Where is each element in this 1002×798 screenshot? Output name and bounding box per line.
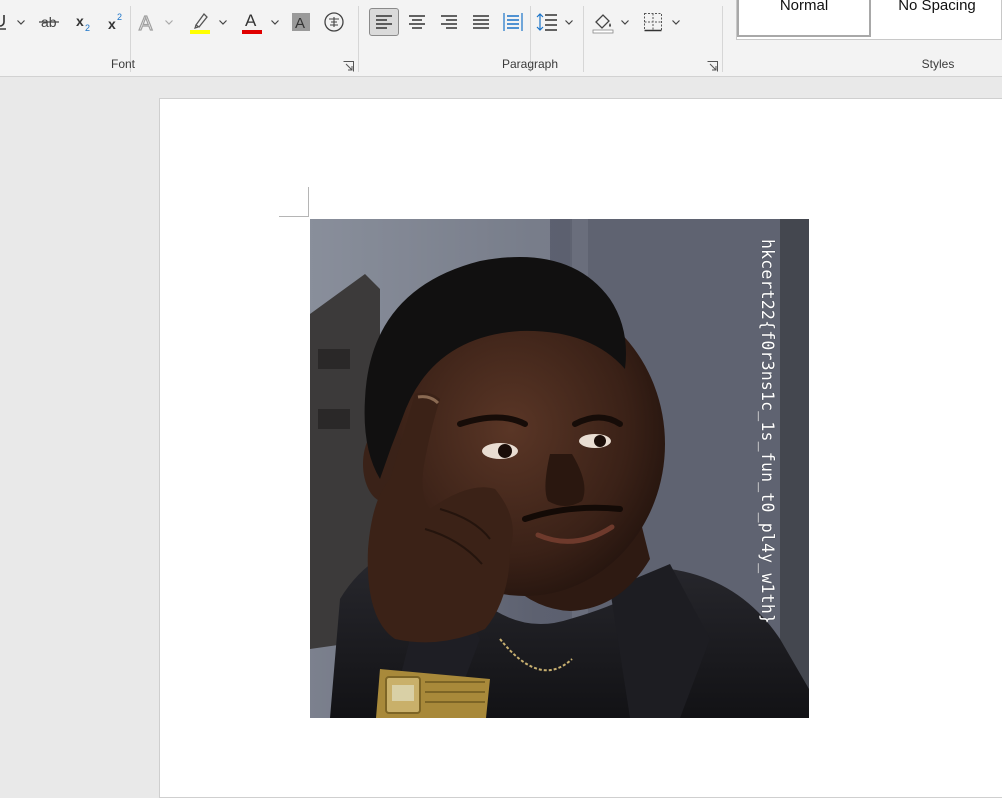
divider: [583, 6, 584, 72]
chevron-down-icon: [672, 19, 680, 25]
subscript-icon: x 2: [76, 13, 90, 33]
align-center-icon: [409, 15, 425, 29]
align-left-button[interactable]: [369, 8, 399, 36]
strikethrough-icon: ab: [39, 14, 59, 30]
underline-icon: [0, 15, 6, 30]
styles-gallery: Normal No Spacing: [736, 0, 1002, 40]
chevron-down-icon: [621, 19, 629, 25]
ribbon: ab x 2 x 2 A A A Font Paragraph Normal N…: [0, 0, 1002, 77]
font-color-button[interactable]: A: [238, 8, 266, 36]
line-spacing-dropdown[interactable]: [564, 8, 574, 36]
font-color-icon: A: [242, 11, 262, 34]
dialog-launcher-icon: [343, 61, 354, 72]
text-effects-dropdown[interactable]: [164, 8, 174, 36]
character-shading-button[interactable]: A: [290, 8, 312, 36]
svg-text:2: 2: [85, 23, 90, 33]
margin-mark: [279, 216, 308, 217]
chevron-down-icon: [165, 19, 173, 25]
margin-mark: [308, 187, 309, 217]
font-dialog-launcher[interactable]: [343, 59, 354, 72]
style-no-spacing-label: No Spacing: [898, 0, 976, 14]
svg-text:2: 2: [117, 12, 122, 22]
styles-group-label: Styles: [921, 57, 955, 71]
inline-image[interactable]: hkcert22{f0r3ns1c_1s_fun_t0_pl4y_w1th}: [310, 219, 809, 718]
center-button[interactable]: [403, 8, 431, 36]
borders-dropdown[interactable]: [671, 8, 681, 36]
subscript-button[interactable]: x 2: [72, 8, 94, 36]
svg-text:x: x: [108, 16, 116, 32]
meme-photo-icon: [310, 219, 809, 718]
paragraph-group-label: Paragraph: [501, 57, 559, 71]
align-right-icon: [441, 15, 457, 29]
style-normal[interactable]: Normal: [737, 0, 871, 37]
svg-text:A: A: [295, 15, 305, 32]
chevron-down-icon: [219, 19, 227, 25]
justify-button[interactable]: [467, 8, 495, 36]
svg-text:A: A: [245, 11, 257, 30]
divider: [722, 6, 723, 72]
character-shading-icon: A: [292, 13, 310, 32]
divider: [358, 6, 359, 72]
strikethrough-button[interactable]: ab: [36, 8, 62, 36]
paint-bucket-icon: [592, 14, 614, 34]
font-color-dropdown[interactable]: [270, 8, 280, 36]
text-effects-icon: A: [138, 12, 153, 33]
underline-dropdown[interactable]: [16, 8, 26, 36]
underline-button[interactable]: [0, 8, 8, 36]
enclose-characters-icon: [324, 12, 344, 32]
chevron-down-icon: [565, 19, 573, 25]
align-right-button[interactable]: [435, 8, 463, 36]
style-normal-label: Normal: [779, 0, 829, 14]
shading-dropdown[interactable]: [620, 8, 630, 36]
flag-overlay-text: hkcert22{f0r3ns1c_1s_fun_t0_pl4y_w1th}: [758, 239, 777, 625]
superscript-button[interactable]: x 2: [104, 8, 126, 36]
line-spacing-icon: [536, 13, 557, 31]
highlight-color-button[interactable]: [186, 8, 214, 36]
borders-button[interactable]: [640, 8, 666, 36]
svg-text:A: A: [139, 13, 153, 33]
line-spacing-button[interactable]: [534, 8, 560, 36]
dialog-launcher-icon: [707, 61, 718, 72]
highlight-dropdown[interactable]: [218, 8, 228, 36]
svg-text:x: x: [76, 13, 84, 29]
chevron-down-icon: [17, 19, 25, 25]
enclose-characters-button[interactable]: [322, 8, 346, 36]
chevron-down-icon: [271, 19, 279, 25]
style-no-spacing[interactable]: No Spacing: [871, 0, 1002, 37]
distributed-icon: [503, 13, 523, 31]
distributed-button[interactable]: [499, 8, 527, 36]
align-left-icon: [376, 15, 392, 29]
text-effects-button[interactable]: A: [136, 8, 160, 36]
borders-icon: [644, 13, 662, 32]
highlighter-icon: [190, 13, 210, 34]
paragraph-dialog-launcher[interactable]: [707, 59, 718, 72]
shading-button[interactable]: [590, 8, 616, 36]
font-group-label: Font: [110, 57, 135, 71]
justify-icon: [473, 15, 489, 29]
superscript-icon: x 2: [108, 12, 122, 32]
